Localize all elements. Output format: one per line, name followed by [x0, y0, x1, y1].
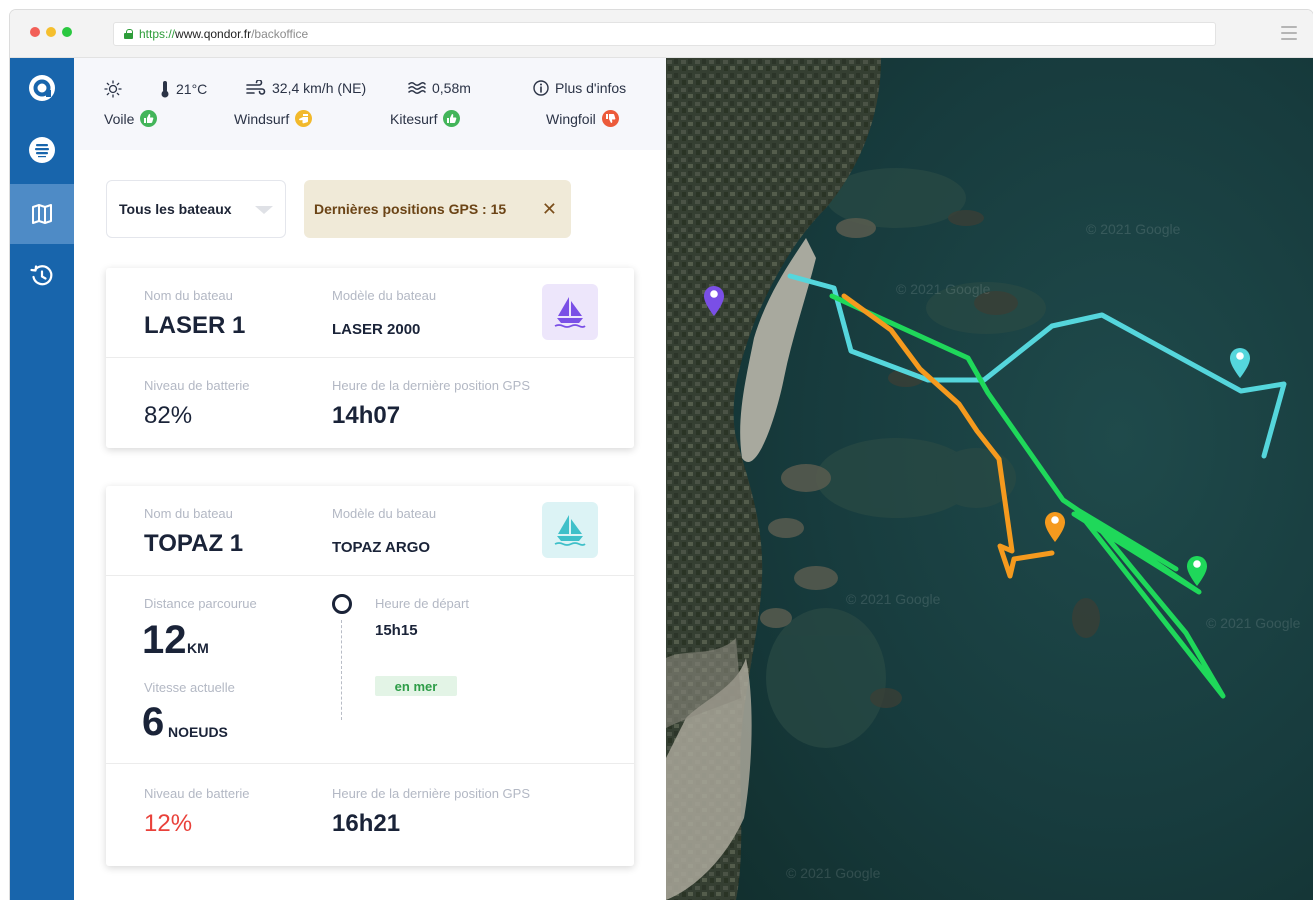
departure-label: Heure de départ	[375, 596, 469, 611]
boat-model: TOPAZ ARGO	[332, 539, 431, 556]
sun-icon	[104, 80, 122, 98]
boat-stats: Niveau de batterie 82% Heure de la derni…	[106, 358, 634, 448]
qondor-logo-icon	[29, 75, 55, 101]
browser-toolbar: https:// www.qondor.fr /backoffice	[10, 10, 1313, 58]
window-controls	[30, 27, 72, 37]
menu-icon[interactable]	[1281, 26, 1297, 40]
gps-positions-label: Dernières positions GPS : 15	[314, 201, 507, 217]
thermometer-icon	[161, 81, 169, 98]
satellite-map[interactable]: © 2021 Google © 2021 Google © 2021 Googl…	[666, 58, 1313, 900]
map-watermark: © 2021 Google	[786, 865, 881, 881]
boat-header: Nom du bateau TOPAZ 1 Modèle du bateau T…	[106, 486, 634, 576]
boat-model: LASER 2000	[332, 321, 421, 338]
url-scheme: https://	[139, 27, 176, 41]
battery-value: 12%	[144, 810, 193, 837]
boat-name: TOPAZ 1	[144, 530, 244, 557]
boat-name-label: Nom du bateau	[144, 506, 233, 521]
sport-wingfoil: Wingfoil	[546, 110, 619, 127]
waves-value: 0,58m	[432, 80, 471, 96]
sport-name: Windsurf	[234, 110, 290, 127]
info-icon	[533, 80, 549, 96]
waves: 0,58m	[408, 80, 471, 96]
weather-bar: 21°C 32,4 km/h (NE) 0,58m Plus d'infos V…	[74, 58, 666, 150]
speed-label: Vitesse actuelle	[144, 680, 235, 695]
sidebar-item-map[interactable]	[10, 184, 74, 244]
sidebar-item-fleet[interactable]	[10, 120, 74, 180]
gps-positions-chip: Dernières positions GPS : 15 ✕	[304, 180, 571, 238]
thumbs-up-icon	[443, 110, 461, 127]
thumbs-down-icon	[601, 110, 619, 127]
map-icon	[32, 204, 52, 224]
history-icon	[30, 265, 53, 286]
sport-windsurf: Windsurf	[234, 110, 313, 127]
sun-indicator	[104, 80, 128, 98]
distance-value: 12	[142, 618, 187, 662]
temperature: 21°C	[160, 80, 207, 98]
temperature-value: 21°C	[176, 81, 208, 97]
battery-value: 82%	[144, 402, 193, 429]
sidebar-item-logo[interactable]	[10, 58, 74, 118]
boat-card-topaz[interactable]: Nom du bateau TOPAZ 1 Modèle du bateau T…	[106, 486, 634, 866]
last-gps-label: Heure de la dernière position GPS	[332, 378, 531, 393]
speed-unit: NOEUDS	[168, 724, 228, 740]
speed-value: 6	[142, 700, 165, 744]
boat-filter-value: Tous les bateaux	[119, 201, 232, 217]
last-gps-value: 16h21	[332, 810, 401, 837]
boat-stack-icon	[29, 137, 55, 163]
boat-name-label: Nom du bateau	[144, 288, 233, 303]
sidebar-item-history[interactable]	[10, 246, 74, 306]
departure-dot-icon	[332, 594, 352, 614]
minimize-dot[interactable]	[46, 27, 56, 37]
boat-model-label: Modèle du bateau	[332, 506, 437, 521]
distance-unit: KM	[187, 640, 209, 656]
close-icon[interactable]: ✕	[542, 199, 557, 220]
thumbs-sideways-icon	[295, 110, 313, 127]
status-badge: en mer	[375, 676, 457, 696]
boat-card-laser[interactable]: Nom du bateau LASER 1 Modèle du bateau L…	[106, 268, 634, 448]
departure-value: 15h15	[375, 622, 418, 639]
timeline-line	[341, 620, 342, 720]
url-path: /backoffice	[251, 27, 309, 41]
maximize-dot[interactable]	[62, 27, 72, 37]
last-gps-label: Heure de la dernière position GPS	[332, 786, 531, 801]
sidebar	[10, 58, 74, 900]
sport-name: Kitesurf	[390, 110, 438, 127]
sailboat-icon	[542, 284, 598, 340]
more-info-label: Plus d'infos	[555, 80, 627, 96]
more-info-link[interactable]: Plus d'infos	[533, 80, 626, 96]
battery-label: Niveau de batterie	[144, 378, 250, 393]
url-host: www.qondor.fr	[175, 27, 252, 41]
last-gps-value: 14h07	[332, 402, 401, 429]
boat-panel: 21°C 32,4 km/h (NE) 0,58m Plus d'infos V…	[74, 58, 666, 900]
map-watermark: © 2021 Google	[1206, 615, 1301, 631]
waves-icon	[408, 82, 426, 94]
trip-stats: Distance parcourue 12 KM Vitesse actuell…	[106, 576, 634, 764]
boat-model-label: Modèle du bateau	[332, 288, 437, 303]
boat-header: Nom du bateau LASER 1 Modèle du bateau L…	[106, 268, 634, 358]
wind-icon	[246, 80, 266, 95]
close-dot[interactable]	[30, 27, 40, 37]
sport-kitesurf: Kitesurf	[390, 110, 461, 127]
wind: 32,4 km/h (NE)	[246, 80, 366, 96]
wind-value: 32,4 km/h (NE)	[272, 80, 367, 96]
boat-filter-select[interactable]: Tous les bateaux	[106, 180, 286, 238]
boat-stats: Niveau de batterie 12% Heure de la derni…	[106, 764, 634, 864]
map-canvas[interactable]: © 2021 Google © 2021 Google © 2021 Googl…	[666, 58, 1313, 900]
caret-down-icon	[255, 206, 273, 214]
distance-label: Distance parcourue	[144, 596, 257, 611]
battery-label: Niveau de batterie	[144, 786, 250, 801]
thumbs-up-icon	[140, 110, 158, 127]
address-bar[interactable]: https:// www.qondor.fr /backoffice	[113, 22, 1216, 46]
sport-voile: Voile	[104, 110, 158, 127]
map-watermark: © 2021 Google	[1086, 221, 1181, 237]
sport-name: Wingfoil	[546, 110, 596, 127]
browser-window: https:// www.qondor.fr /backoffice 21°C …	[10, 10, 1313, 900]
map-watermark: © 2021 Google	[846, 591, 941, 607]
sailboat-icon	[542, 502, 598, 558]
map-watermark: © 2021 Google	[896, 281, 991, 297]
lock-icon	[124, 29, 133, 39]
sport-name: Voile	[104, 110, 135, 127]
boat-name: LASER 1	[144, 312, 246, 339]
